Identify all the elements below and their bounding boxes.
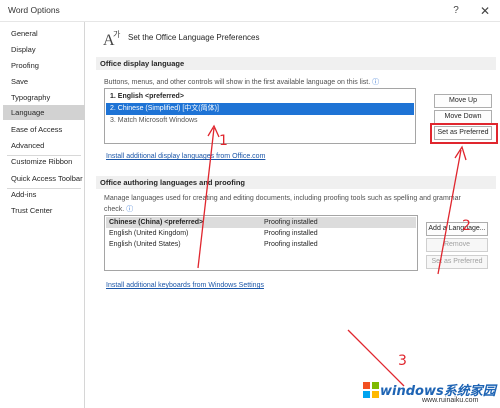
language-cell: English (United States) (109, 241, 181, 248)
sidebar-item-display[interactable]: Display (3, 42, 85, 57)
remove-button[interactable]: Remove (426, 238, 488, 252)
svg-text:가: 가 (113, 30, 121, 39)
sidebar-item-advanced[interactable]: Advanced (3, 138, 85, 153)
close-button[interactable]: ✕ (476, 2, 494, 20)
sidebar-item-proofing[interactable]: Proofing (3, 58, 85, 73)
status-cell: Proofing installed (264, 219, 318, 226)
authoring-language-table[interactable]: Chinese (China) <preferred> Proofing ins… (104, 215, 418, 271)
sidebar-item-ease-of-access[interactable]: Ease of Access (3, 122, 85, 137)
move-up-button[interactable]: Move Up (434, 94, 492, 108)
set-as-preferred-authoring-button[interactable]: Set as Preferred (426, 255, 488, 269)
status-cell: Proofing installed (264, 241, 318, 248)
language-icon: A 가 (103, 30, 121, 48)
language-cell: Chinese (China) <preferred> (109, 219, 204, 226)
table-row[interactable]: English (United States) Proofing install… (106, 239, 416, 250)
display-language-item[interactable]: 1. English <preferred> (106, 91, 414, 103)
watermark: windows系统家园 www.ruinaiku.com (360, 378, 500, 408)
sidebar-item-language[interactable]: Language (3, 105, 85, 120)
authoring-description: Manage languages used for creating and e… (104, 195, 494, 202)
authoring-description-text-2: check. (104, 206, 125, 213)
table-row[interactable]: English (United Kingdom) Proofing instal… (106, 228, 416, 239)
sidebar-item-general[interactable]: General (3, 26, 85, 41)
page-title: Set the Office Language Preferences (128, 33, 260, 42)
annotation-number-3: 3 (398, 353, 407, 369)
install-display-languages-link[interactable]: Install additional display languages fro… (106, 153, 265, 160)
annotation-highlight-box (430, 123, 498, 144)
language-panel: A 가 Set the Office Language Preferences … (86, 22, 500, 408)
sidebar-item-save[interactable]: Save (3, 74, 85, 89)
authoring-languages-section-header: Office authoring languages and proofing (96, 176, 496, 189)
sidebar-item-quick-access-toolbar[interactable]: Quick Access Toolbar (3, 171, 85, 186)
info-icon[interactable]: ⓘ (372, 79, 379, 86)
annotation-arrowhead-2 (454, 145, 467, 161)
watermark-url: www.ruinaiku.com (422, 397, 479, 404)
move-down-button[interactable]: Move Down (434, 110, 492, 124)
sidebar-item-trust-center[interactable]: Trust Center (3, 203, 85, 218)
language-cell: English (United Kingdom) (109, 230, 189, 237)
display-language-description-text: Buttons, menus, and other controls will … (104, 79, 371, 86)
table-row[interactable]: Chinese (China) <preferred> Proofing ins… (106, 217, 416, 228)
options-sidebar: General Display Proofing Save Typography… (3, 22, 85, 408)
windows-logo-icon (363, 382, 379, 398)
add-language-button[interactable]: Add a Language... (426, 222, 488, 236)
title-bar: Word Options ? ✕ (0, 0, 500, 22)
display-language-description: Buttons, menus, and other controls will … (104, 77, 379, 87)
window-title: Word Options (8, 5, 60, 15)
authoring-description-text: Manage languages used for creating and e… (104, 195, 461, 202)
sidebar-item-customize-ribbon[interactable]: Customize Ribbon (3, 154, 85, 169)
authoring-description-line2: check. ⓘ (104, 204, 133, 214)
display-language-list[interactable]: 1. English <preferred> 2. Chinese (Simpl… (104, 88, 416, 144)
status-cell: Proofing installed (264, 230, 318, 237)
display-language-section-header: Office display language (96, 57, 496, 70)
display-language-item[interactable]: 3. Match Microsoft Windows (106, 115, 414, 127)
annotation-number-1: 1 (219, 133, 228, 149)
annotation-number-2: 2 (462, 218, 471, 234)
help-button[interactable]: ? (448, 3, 464, 19)
display-language-item[interactable]: 2. Chinese (Simplified) [中文(简体)] (106, 103, 414, 115)
info-icon[interactable]: ⓘ (126, 206, 133, 213)
install-keyboards-link[interactable]: Install additional keyboards from Window… (106, 282, 264, 289)
sidebar-item-typography[interactable]: Typography (3, 90, 85, 105)
sidebar-item-add-ins[interactable]: Add-ins (3, 187, 85, 202)
